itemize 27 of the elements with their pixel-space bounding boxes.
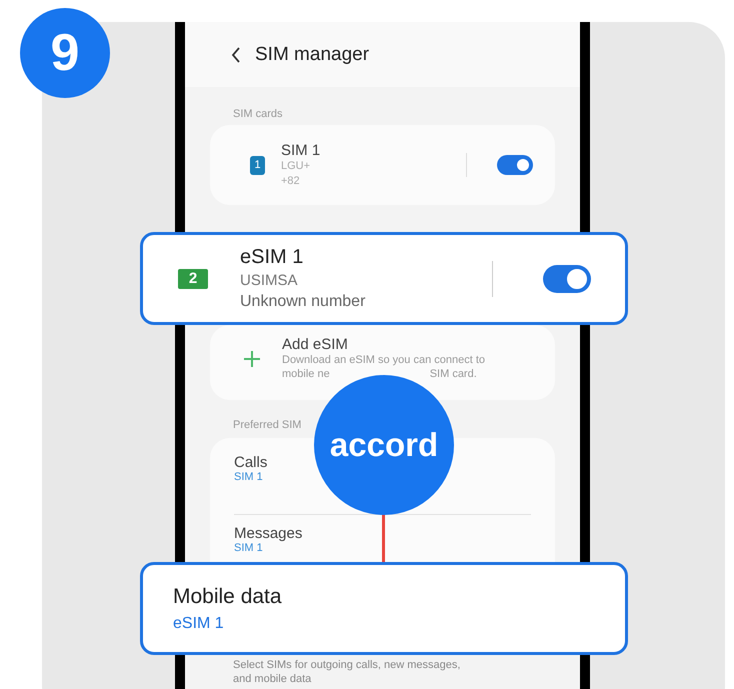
description-text: Download an eSIM so you can connect to (282, 353, 486, 367)
footer-note: and mobile data (233, 672, 312, 686)
setting-name: Calls (234, 454, 268, 471)
toggle-switch[interactable] (543, 264, 591, 292)
sim-slot-icon: 1 (250, 156, 265, 174)
esim-name: eSIM 1 (240, 246, 304, 269)
section-label: Preferred SIM (232, 418, 302, 432)
screen-title: SIM manager (255, 44, 370, 66)
add-esim-card[interactable]: Add eSIM Download an eSIM so you can connect to mobile ne SIM card. (210, 325, 555, 400)
phone-number: Unknown number (240, 293, 366, 311)
setting-value: eSIM 1 (173, 614, 225, 632)
phone-number: +82 (281, 174, 301, 188)
plus-icon (244, 350, 260, 366)
setting-value: SIM 1 (234, 542, 264, 554)
setting-name: Mobile data (173, 584, 282, 608)
toggle-switch[interactable] (497, 155, 533, 175)
carrier-name: USIMSA (240, 271, 299, 291)
section-label: SIM cards (232, 107, 284, 121)
carrier-name: LGU+ (281, 158, 312, 174)
setting-value: SIM 1 (234, 471, 264, 483)
footer-note: Select SIMs for outgoing calls, new messages, (233, 658, 462, 672)
step-badge: 9 (20, 8, 110, 98)
setting-name: Messages (234, 525, 304, 542)
add-esim-title: Add eSIM (282, 336, 349, 353)
sim-name: SIM 1 (281, 142, 320, 158)
esim-slot-icon: 2 (178, 268, 208, 288)
back-icon[interactable] (231, 46, 241, 64)
